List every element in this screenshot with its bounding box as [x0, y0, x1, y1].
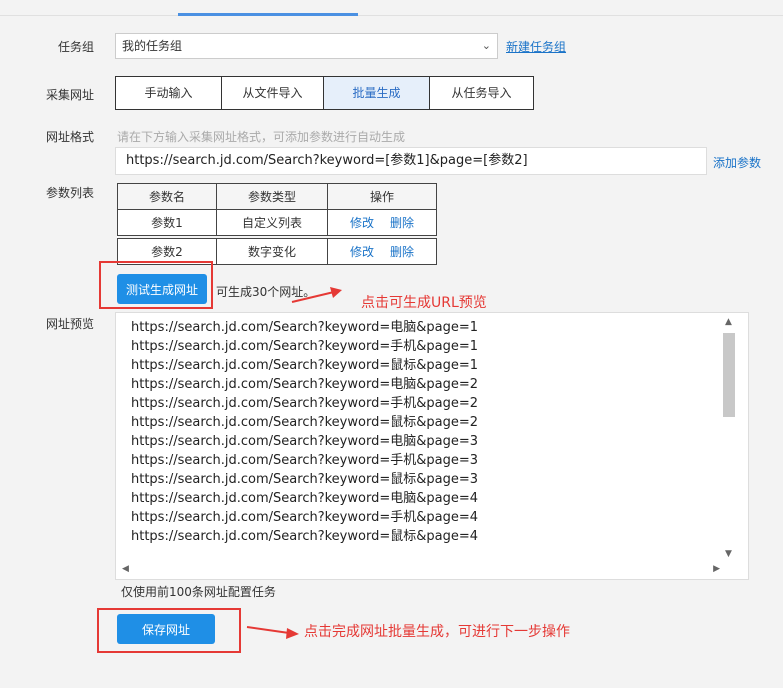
annotation-arrow-icon — [291, 287, 342, 303]
preview-lines: https://search.jd.com/Search?keyword=电脑&… — [131, 318, 721, 546]
url-format-hint: 请在下方输入采集网址格式，可添加参数进行自动生成 — [117, 130, 406, 144]
param-type: 数字变化 — [216, 238, 328, 265]
vertical-scrollbar[interactable]: ▲ ▼ — [721, 315, 737, 561]
param-name: 参数1 — [117, 209, 217, 236]
url-format-input[interactable]: https://search.jd.com/Search?keyword=[参数… — [115, 147, 707, 175]
list-item: https://search.jd.com/Search?keyword=鼠标&… — [131, 415, 478, 430]
param-ops: 修改 删除 — [327, 209, 437, 236]
test-generate-button[interactable]: 测试生成网址 — [117, 274, 207, 304]
list-item: https://search.jd.com/Search?keyword=鼠标&… — [131, 472, 478, 487]
new-task-group-link[interactable]: 新建任务组 — [506, 38, 566, 55]
active-tab-indicator — [178, 13, 358, 16]
tab-strip-divider — [0, 15, 783, 16]
list-item: https://search.jd.com/Search?keyword=手机&… — [131, 396, 478, 411]
list-item: https://search.jd.com/Search?keyword=手机&… — [131, 453, 478, 468]
param-ops: 修改 删除 — [327, 238, 437, 265]
url-format-label: 网址格式 — [45, 130, 94, 144]
save-annotation: 点击完成网址批量生成，可进行下一步操作 — [304, 624, 570, 640]
edit-param-link[interactable]: 修改 — [350, 245, 374, 259]
param-list-label: 参数列表 — [45, 186, 94, 200]
list-item: https://search.jd.com/Search?keyword=电脑&… — [131, 491, 478, 506]
scroll-down-icon[interactable]: ▼ — [725, 549, 732, 559]
mode-manual-input[interactable]: 手动输入 — [115, 76, 222, 110]
collect-url-label: 采集网址 — [45, 88, 94, 102]
task-group-value: 我的任务组 — [122, 39, 183, 53]
list-item: https://search.jd.com/Search?keyword=电脑&… — [131, 320, 478, 335]
chevron-down-icon: ⌄ — [481, 39, 491, 52]
limit-note: 仅使用前100条网址配置任务 — [121, 585, 276, 599]
list-item: https://search.jd.com/Search?keyword=鼠标&… — [131, 529, 478, 544]
task-group-label: 任务组 — [57, 40, 94, 54]
mode-task-import[interactable]: 从任务导入 — [429, 76, 534, 110]
mode-file-import[interactable]: 从文件导入 — [221, 76, 324, 110]
add-param-link[interactable]: 添加参数 — [713, 154, 761, 171]
header-param-name: 参数名 — [117, 183, 217, 210]
delete-param-link[interactable]: 删除 — [390, 216, 414, 230]
header-operation: 操作 — [327, 183, 437, 210]
scroll-up-icon[interactable]: ▲ — [725, 317, 732, 327]
annotation-arrow-icon — [246, 626, 299, 639]
save-url-button[interactable]: 保存网址 — [117, 614, 215, 644]
scrollbar-thumb[interactable] — [723, 333, 735, 417]
param-type: 自定义列表 — [216, 209, 328, 236]
horizontal-scrollbar[interactable]: ◀ ▶ — [116, 563, 726, 577]
delete-param-link[interactable]: 删除 — [390, 245, 414, 259]
url-preview-box[interactable]: https://search.jd.com/Search?keyword=电脑&… — [115, 312, 749, 580]
scroll-left-icon[interactable]: ◀ — [122, 564, 129, 574]
list-item: https://search.jd.com/Search?keyword=电脑&… — [131, 434, 478, 449]
list-item: https://search.jd.com/Search?keyword=电脑&… — [131, 377, 478, 392]
param-table-header: 参数名 参数类型 操作 — [117, 183, 437, 210]
url-preview-label: 网址预览 — [45, 317, 94, 331]
mode-batch-generate[interactable]: 批量生成 — [323, 76, 430, 110]
scroll-right-icon[interactable]: ▶ — [713, 564, 720, 574]
task-group-select[interactable]: 我的任务组 ⌄ — [115, 33, 498, 59]
header-param-type: 参数类型 — [216, 183, 328, 210]
table-row: 参数1 自定义列表 修改 删除 — [117, 209, 437, 236]
test-annotation: 点击可生成URL预览 — [361, 295, 487, 311]
list-item: https://search.jd.com/Search?keyword=鼠标&… — [131, 358, 478, 373]
list-item: https://search.jd.com/Search?keyword=手机&… — [131, 339, 478, 354]
edit-param-link[interactable]: 修改 — [350, 216, 374, 230]
list-item: https://search.jd.com/Search?keyword=手机&… — [131, 510, 478, 525]
param-table: 参数名 参数类型 操作 参数1 自定义列表 修改 删除 参数2 数字变化 修改 删除 — [117, 183, 437, 265]
